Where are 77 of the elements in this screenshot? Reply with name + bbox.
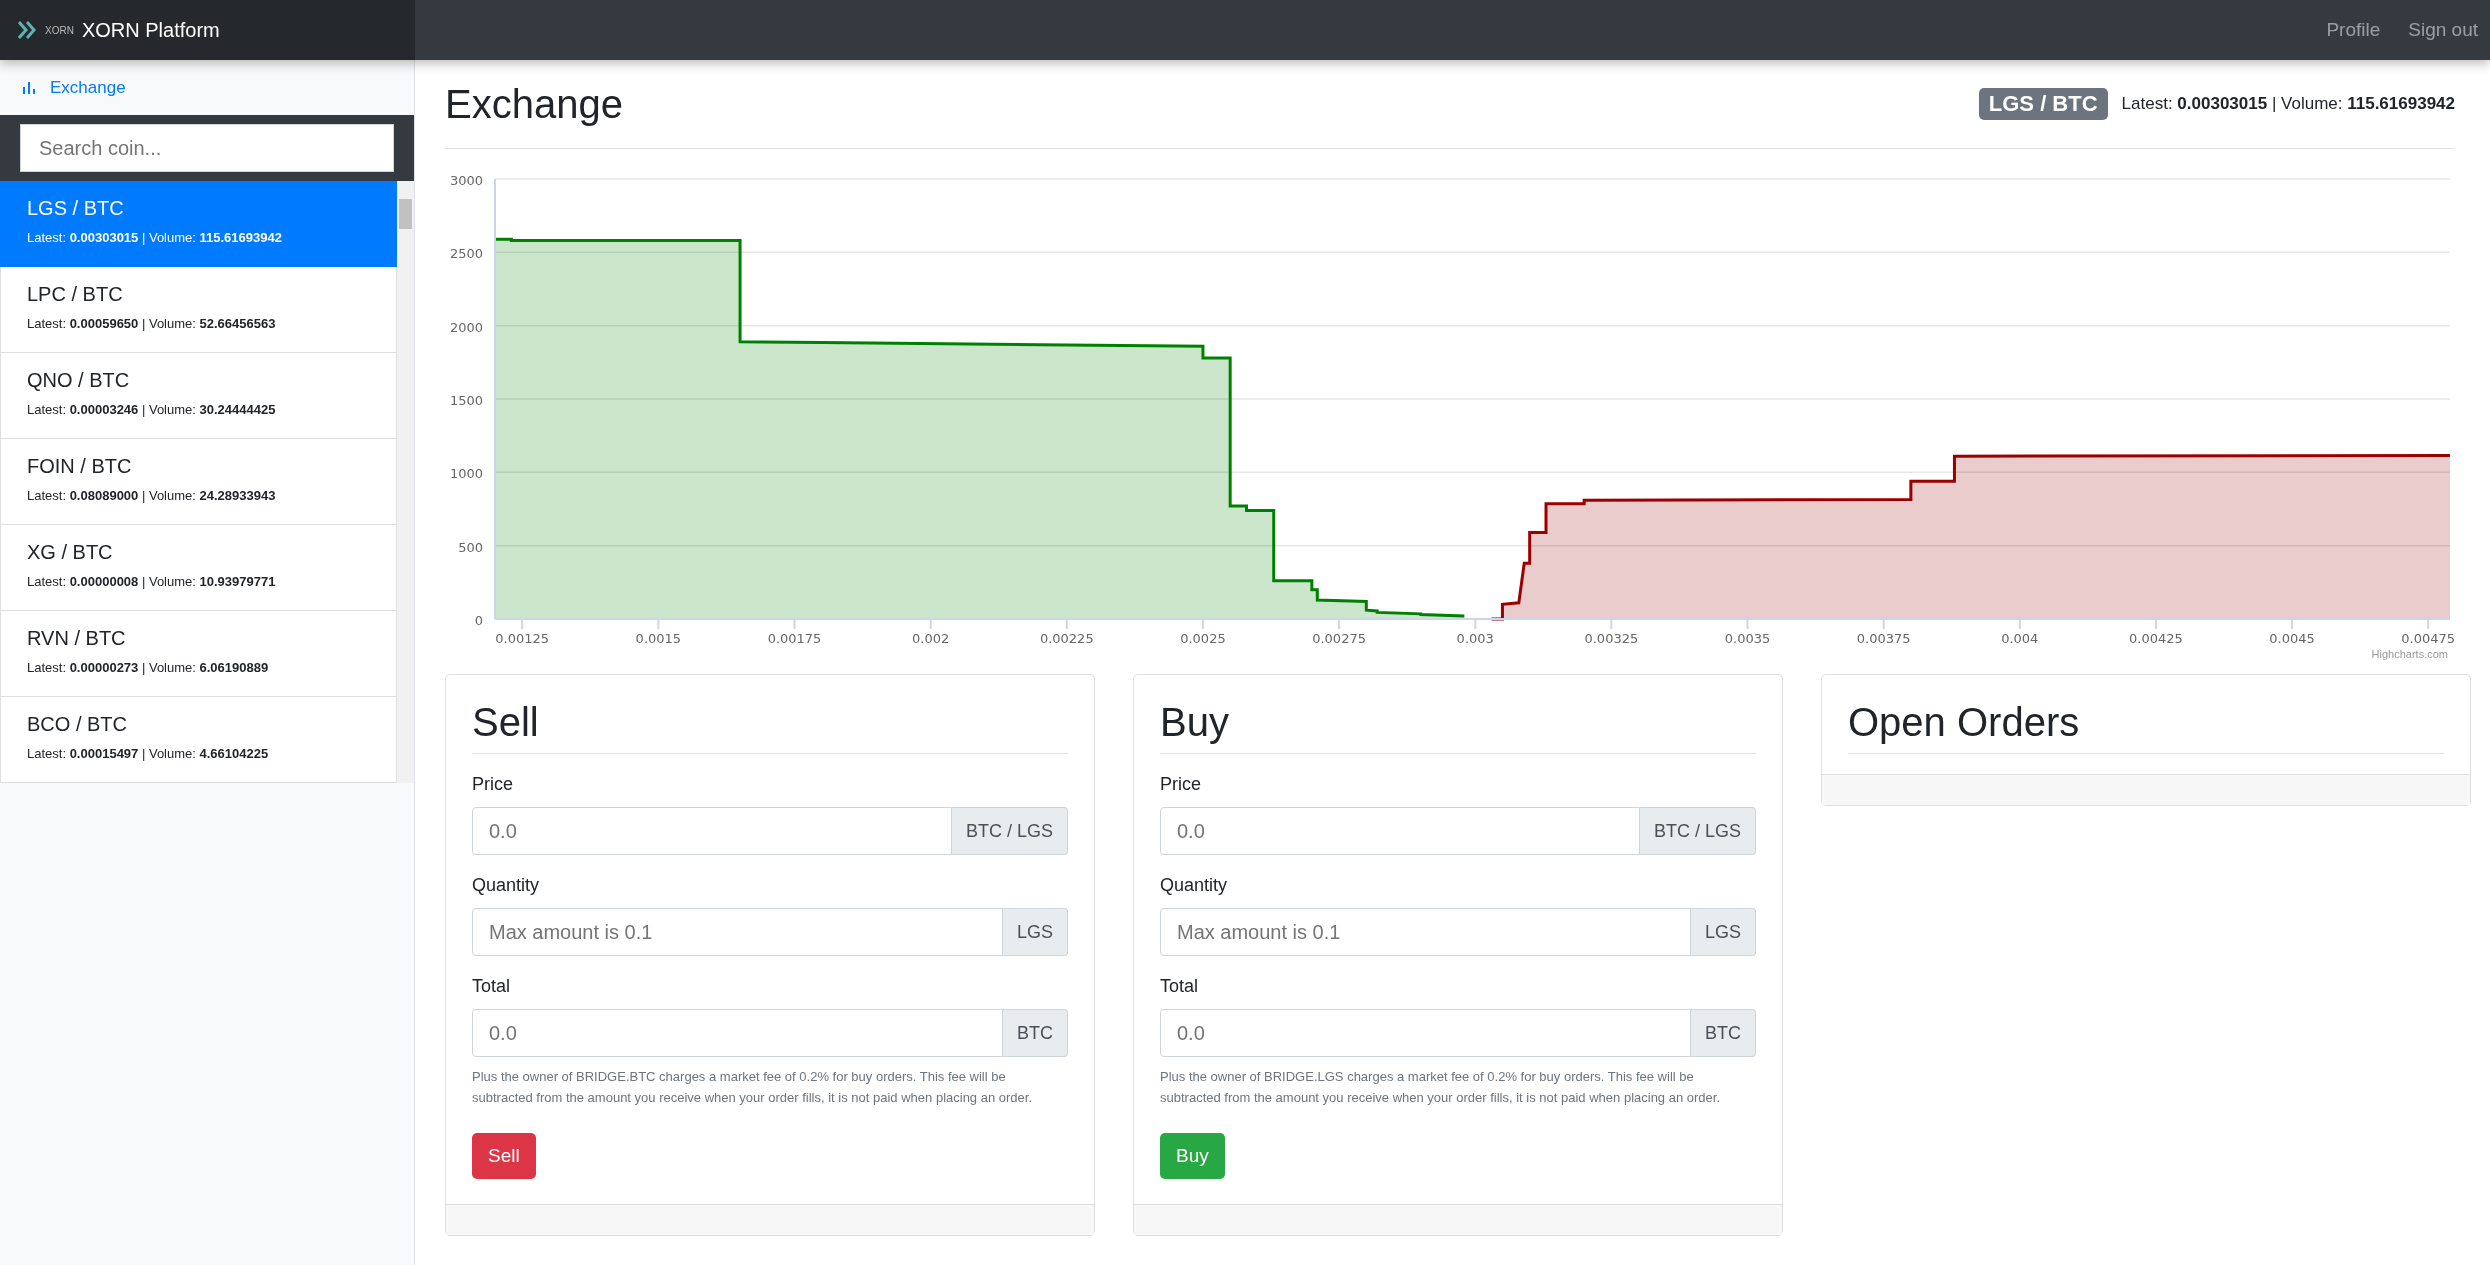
market-stats: Latest: 0.00003246 | Volume: 30.24444425: [27, 402, 277, 417]
order-button[interactable]: Sell: [472, 1132, 536, 1179]
market-pair: BCO / BTC: [27, 713, 128, 736]
card-title: Buy: [1160, 700, 1756, 754]
market-list-item[interactable]: LPC / BTC Latest: 0.00059650 | Volume: 52.66456563: [0, 267, 397, 353]
pair-badge: LGS / BTC: [1978, 88, 2108, 120]
y-tick-label: 1000: [449, 466, 483, 482]
input-field[interactable]: 0.0: [472, 807, 952, 855]
market-list-item[interactable]: QNO / BTC Latest: 0.00003246 | Volume: 30.24444425: [0, 353, 397, 439]
y-tick-label: 1500: [449, 393, 483, 408]
market-pair: RVN / BTC: [27, 627, 127, 650]
market-list-item[interactable]: XG / BTC Latest: 0.00000008 | Volume: 10.93979771: [0, 525, 397, 611]
x-tick-label: 0.00425: [2129, 631, 2183, 646]
x-tick-label: 0.0015: [635, 631, 682, 646]
market-list-item[interactable]: FOIN / BTC Latest: 0.08089000 | Volume: 24.28933943: [0, 439, 397, 525]
market-stats: Latest: 0.08089000 | Volume: 24.28933943: [27, 488, 277, 503]
unit-addon: BTC: [1691, 1009, 1756, 1057]
x-tick-label: 0.0035: [1724, 631, 1771, 646]
market-list-item[interactable]: BCO / BTC Latest: 0.00015497 | Volume: 4.66104225: [0, 697, 397, 783]
x-tick-label: 0.004: [2001, 631, 2039, 646]
field-label: Total: [472, 976, 512, 997]
unit-addon: BTC: [1003, 1009, 1068, 1057]
unit-addon: BTC / LGS: [1639, 807, 1756, 855]
x-tick-label: 0.002: [912, 631, 950, 646]
market-pair: FOIN / BTC: [27, 455, 133, 478]
y-tick-label: 0: [474, 613, 483, 628]
market-stats: Latest: 0.00015497 | Volume: 4.66104225: [27, 746, 270, 761]
market-stats: Latest: 0.00059650 | Volume: 52.66456563: [27, 316, 277, 331]
x-tick-label: 0.00375: [1856, 631, 1911, 646]
market-pair: QNO / BTC: [27, 369, 131, 392]
input-field[interactable]: Max amount is 0.1: [472, 908, 1003, 956]
x-tick-label: 0.00475: [2401, 631, 2455, 646]
y-tick-label: 3000: [449, 173, 483, 188]
x-tick-label: 0.00175: [767, 631, 822, 646]
sidebar-nav-link[interactable]: Exchange: [0, 60, 414, 115]
market-stats: Latest: 0.00000008 | Volume: 10.93979771: [27, 574, 277, 589]
x-tick-label: 0.0025: [1180, 631, 1226, 646]
market-list-item[interactable]: RVN / BTC Latest: 0.00000273 | Volume: 6.06190889: [0, 611, 397, 697]
unit-addon: BTC / LGS: [951, 807, 1068, 855]
market-stats: Latest: 0.00303015 | Volume: 115.61693942: [27, 230, 283, 245]
field-label: Quantity: [1160, 875, 1229, 896]
x-tick-label: 0.0045: [2269, 631, 2315, 646]
unit-addon: LGS: [1690, 908, 1756, 956]
field-label: Price: [472, 774, 514, 795]
x-tick-label: 0.00225: [1039, 631, 1094, 646]
y-tick-label: 2000: [449, 319, 483, 335]
field-label: Price: [1160, 774, 1202, 795]
market-stats: Latest: 0.00303015 | Volume: 115.61693942: [2121, 94, 2455, 114]
input-field[interactable]: Max amount is 0.1: [1160, 908, 1691, 956]
x-tick-label: 0.003: [1456, 631, 1494, 646]
unit-addon: LGS: [1002, 908, 1068, 956]
bar-chart-icon: [22, 80, 36, 95]
market-pair: LGS / BTC: [27, 197, 125, 220]
market-pair: XG / BTC: [27, 541, 114, 564]
fee-note: Plus the owner of BRIDGE.LGS charges a market fee of 0.2% for buy orders. This fee will be subtracted from the amount you receive when your order fills, it is not paid when placing an order.: [1160, 1068, 1722, 1107]
x-tick-label: 0.00325: [1584, 631, 1639, 646]
y-tick-label: 2500: [449, 246, 483, 262]
brand-name[interactable]: XORN Platform: [81, 18, 220, 42]
page-title: Exchange: [445, 81, 623, 127]
card-title: Sell: [472, 700, 1068, 754]
input-field[interactable]: 0.0: [1160, 1009, 1691, 1057]
card-title: Open Orders: [1848, 700, 2444, 754]
y-tick-label: 500: [458, 539, 483, 555]
field-label: Quantity: [472, 875, 541, 896]
fee-note: Plus the owner of BRIDGE.BTC charges a market fee of 0.2% for buy orders. This fee will be subtracted from the amount you receive when your order fills, it is not paid when placing an order.: [472, 1068, 1034, 1107]
market-list-item[interactable]: LGS / BTC Latest: 0.00303015 | Volume: 115.61693942: [0, 181, 397, 267]
x-tick-label: 0.00275: [1312, 631, 1366, 646]
field-label: Total: [1160, 976, 1200, 997]
input-field[interactable]: 0.0: [472, 1009, 1003, 1057]
nav-link[interactable]: Sign out: [2408, 19, 2478, 41]
market-pair: LPC / BTC: [27, 283, 124, 306]
input-field[interactable]: 0.0: [1160, 807, 1640, 855]
nav-link[interactable]: Profile: [2326, 19, 2381, 41]
market-stats: Latest: 0.00000273 | Volume: 6.06190889: [27, 660, 270, 675]
x-tick-label: 0.00125: [495, 631, 550, 646]
scrollbar[interactable]: [397, 181, 414, 783]
search-field[interactable]: Search coin...: [20, 124, 394, 172]
